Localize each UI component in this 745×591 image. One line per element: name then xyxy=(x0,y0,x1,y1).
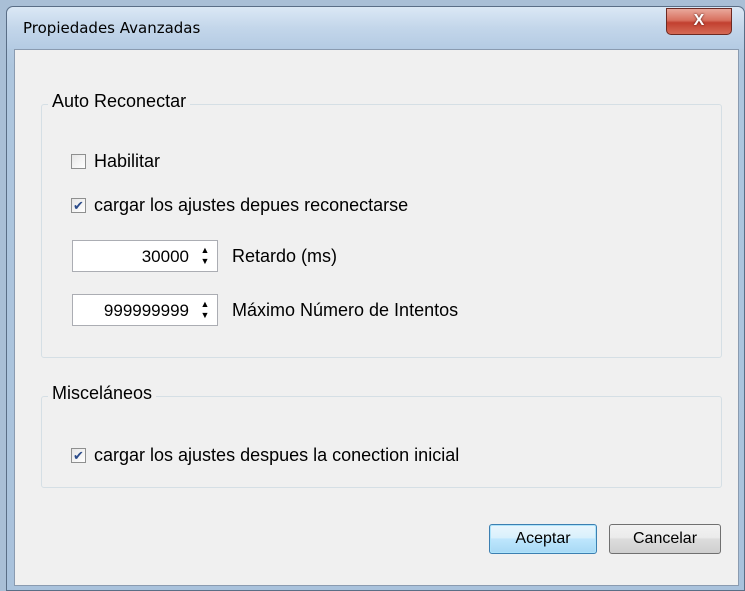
reload-after-reconnect-label[interactable]: cargar los ajustes depues reconectarse xyxy=(94,195,408,216)
spin-down-icon[interactable]: ▼ xyxy=(201,310,210,321)
reload-initial-row[interactable]: ✔ cargar los ajustes despues la conectio… xyxy=(71,444,459,466)
group-misc: Misceláneos xyxy=(41,383,722,488)
enable-checkbox[interactable] xyxy=(71,153,86,169)
delay-value[interactable]: 30000 xyxy=(142,247,189,267)
max-attempts-spinner-row: 999999999 ▲ ▼ Máximo Número de Intentos xyxy=(72,294,458,326)
reload-after-reconnect-row[interactable]: ✔ cargar los ajustes depues reconectarse xyxy=(71,194,408,216)
enable-checkbox-label[interactable]: Habilitar xyxy=(94,151,160,172)
delay-label: Retardo (ms) xyxy=(232,245,338,266)
reload-after-reconnect-checkbox[interactable]: ✔ xyxy=(71,197,86,213)
delay-spinner-row: 30000 ▲ ▼ Retardo (ms) xyxy=(72,240,337,272)
spin-down-icon[interactable]: ▼ xyxy=(201,256,210,267)
group-misc-label: Misceláneos xyxy=(48,383,157,404)
delay-spin-arrows[interactable]: ▲ ▼ xyxy=(197,243,213,269)
spin-up-icon[interactable]: ▲ xyxy=(201,299,210,310)
reload-initial-checkbox[interactable]: ✔ xyxy=(71,447,86,463)
max-attempts-value[interactable]: 999999999 xyxy=(104,301,189,321)
delay-spinner[interactable]: 30000 ▲ ▼ xyxy=(72,240,218,272)
max-attempts-label: Máximo Número de Intentos xyxy=(232,299,459,320)
dialog-window: Propiedades Avanzadas X Auto Reconectar … xyxy=(6,6,745,591)
dialog-client-area: Auto Reconectar Habilitar ✔ cargar los a… xyxy=(14,49,739,586)
check-icon: ✔ xyxy=(73,197,84,213)
max-attempts-spin-arrows[interactable]: ▲ ▼ xyxy=(197,297,213,323)
accept-button[interactable]: Aceptar xyxy=(489,524,597,554)
group-auto-reconnect-label: Auto Reconectar xyxy=(48,91,191,112)
enable-checkbox-row[interactable]: Habilitar xyxy=(71,150,160,172)
spin-up-icon[interactable]: ▲ xyxy=(201,245,210,256)
close-button[interactable]: X xyxy=(666,8,732,35)
check-icon: ✔ xyxy=(73,447,84,463)
window-title: Propiedades Avanzadas xyxy=(23,19,201,37)
max-attempts-spinner[interactable]: 999999999 ▲ ▼ xyxy=(72,294,218,326)
reload-initial-label[interactable]: cargar los ajustes despues la conection … xyxy=(94,445,459,466)
title-bar[interactable]: Propiedades Avanzadas X xyxy=(7,7,744,49)
close-icon: X xyxy=(693,12,705,29)
cancel-button[interactable]: Cancelar xyxy=(609,524,721,554)
